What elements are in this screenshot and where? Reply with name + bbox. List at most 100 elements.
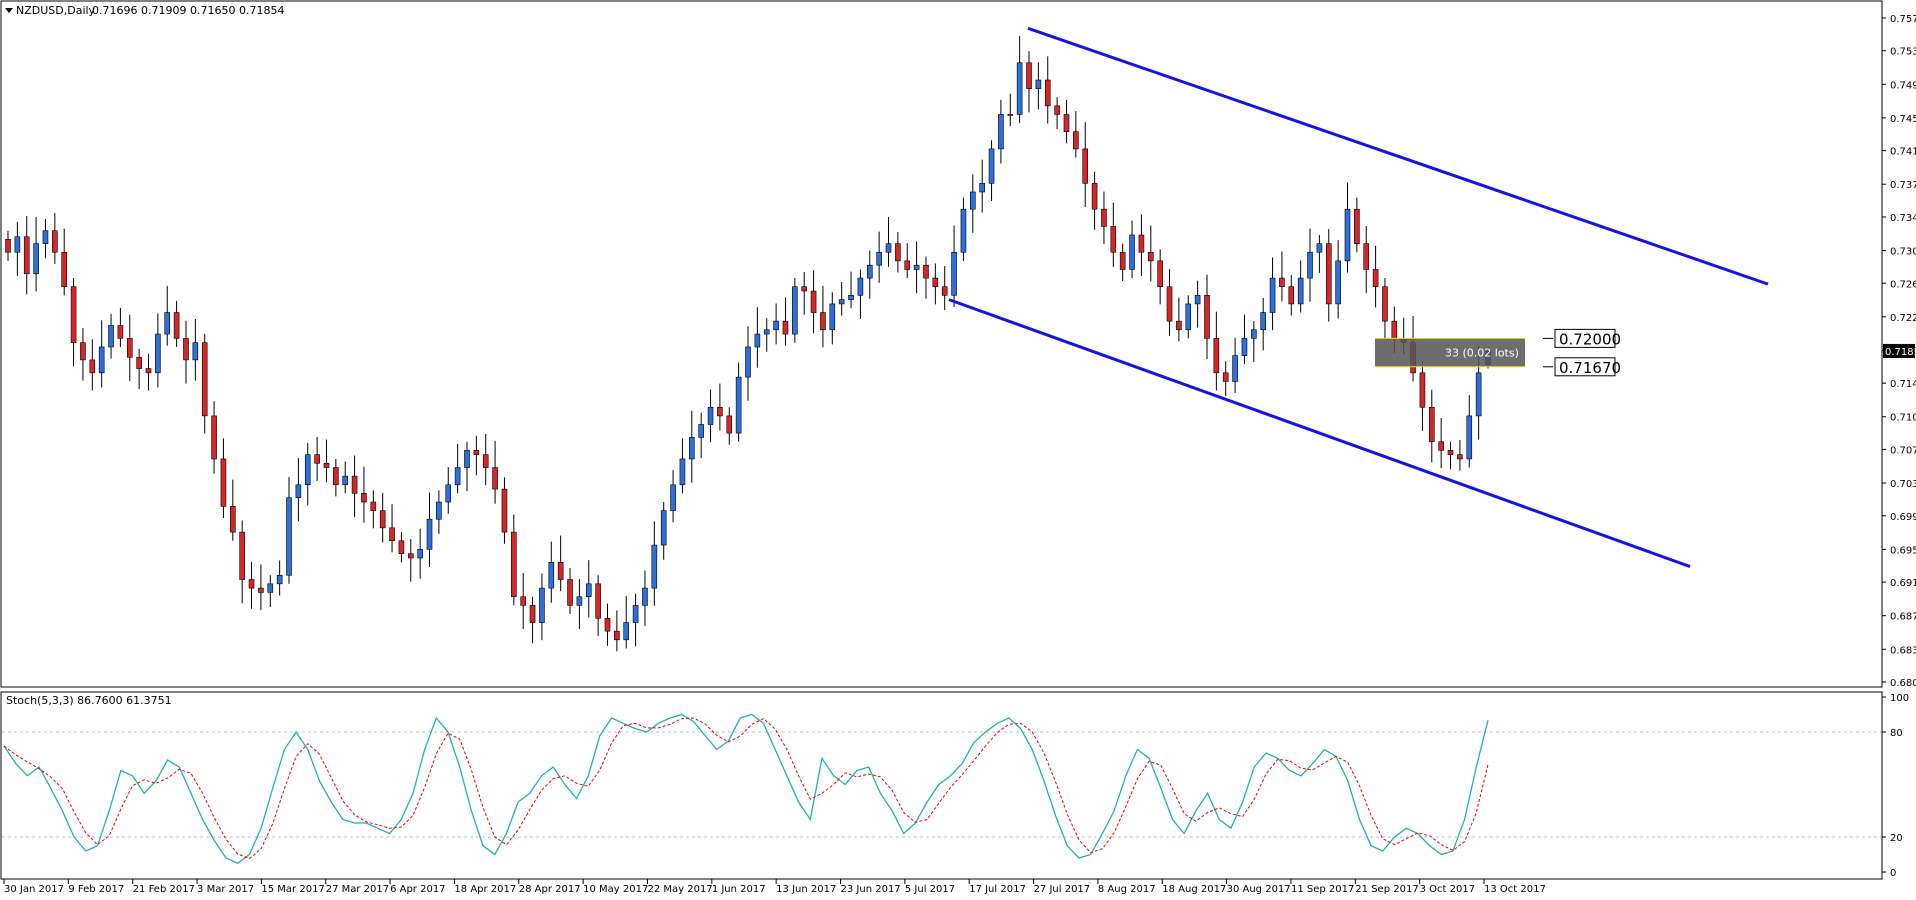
bear-candle — [1063, 114, 1070, 132]
price-tick-label: 0.74950 — [1890, 80, 1916, 91]
bear-candle — [314, 454, 320, 464]
time-tick-label: 13 Jun 2017 — [776, 884, 836, 895]
stoch-label: Stoch(5,3,3) 86.7600 61.3751 — [6, 694, 172, 707]
stoch-tick-label: 20 — [1890, 833, 1903, 844]
symbol-label: NZDUSD,Daily — [16, 4, 96, 17]
bear-candle — [183, 338, 189, 361]
bull-candle — [1129, 234, 1135, 270]
price-tick-label: 0.75340 — [1890, 47, 1916, 58]
bear-candle — [1419, 372, 1426, 408]
bear-candle — [145, 368, 152, 374]
time-tick-label: 9 Feb 2017 — [68, 884, 124, 895]
bear-candle — [351, 475, 358, 494]
bull-candle — [155, 333, 161, 374]
bull-candle — [267, 583, 274, 593]
bear-candle — [1054, 105, 1060, 115]
bull-candle — [14, 236, 21, 253]
bull-candle — [417, 549, 423, 559]
bull-candle — [1297, 277, 1304, 305]
bull-candle — [304, 454, 311, 486]
bear-candle — [1213, 338, 1220, 374]
bull-candle — [98, 346, 105, 374]
bull-candle — [1007, 114, 1014, 116]
bull-candle — [1232, 355, 1238, 382]
bear-candle — [230, 506, 236, 533]
bull-candle — [885, 243, 892, 253]
bear-candle — [810, 290, 817, 313]
bear-candle — [80, 342, 86, 361]
bull-candle — [1035, 79, 1042, 89]
bull-candle — [464, 450, 470, 468]
time-tick-label: 6 Apr 2017 — [390, 884, 445, 895]
current-price-tag: 0.71854 — [1883, 343, 1916, 358]
bear-candle — [407, 553, 414, 559]
price-tick-label: 0.71480 — [1890, 379, 1916, 390]
price-tick-label: 0.70710 — [1890, 445, 1916, 456]
bull-candle — [848, 295, 854, 300]
time-tick-label: 18 Apr 2017 — [454, 884, 516, 895]
bear-candle — [220, 458, 227, 507]
bear-candle — [248, 579, 255, 589]
price-tick-label: 0.74180 — [1890, 147, 1916, 158]
bull-candle — [1475, 372, 1482, 417]
bull-candle — [1185, 303, 1192, 331]
price-tick-label: 0.69170 — [1890, 578, 1916, 589]
bull-candle — [651, 544, 658, 589]
chart-root: NZDUSD,Daily 0.71696 0.71909 0.71650 0.7… — [0, 0, 1916, 896]
bear-candle — [726, 415, 733, 434]
bull-candle — [585, 583, 592, 598]
bull-candle — [866, 264, 873, 279]
bull-candle — [576, 596, 583, 606]
bear-candle — [820, 312, 826, 331]
bull-candle — [1016, 62, 1023, 115]
bull-candle — [998, 114, 1004, 150]
bear-candle — [1363, 243, 1370, 270]
bear-candle — [1222, 372, 1229, 382]
bear-candle — [361, 493, 367, 503]
price-tick-label: 0.74560 — [1890, 114, 1916, 125]
bull-candle — [988, 148, 995, 184]
price-tick-label: 0.73410 — [1890, 213, 1916, 224]
current-price-label: 0.71854 — [1885, 347, 1916, 358]
bull-candle — [445, 484, 452, 503]
bear-candle — [1279, 277, 1285, 288]
bull-candle — [632, 605, 639, 623]
bull-candle — [660, 510, 667, 546]
bear-candle — [1354, 208, 1360, 244]
bull-candle — [970, 191, 976, 210]
bull-candle — [857, 277, 864, 296]
time-tick-label: 11 Sep 2017 — [1291, 884, 1354, 895]
bear-candle — [1428, 406, 1435, 443]
price-tick-label: 0.72640 — [1890, 279, 1916, 290]
bear-candle — [717, 406, 723, 417]
stoch-tick-label: 100 — [1890, 693, 1909, 704]
bear-candle — [923, 264, 929, 279]
bear-candle — [1091, 183, 1098, 210]
bear-candle — [511, 531, 517, 598]
bear-candle — [239, 531, 245, 580]
stoch-tick-label: 0 — [1890, 868, 1896, 879]
bear-candle — [52, 230, 58, 253]
bear-candle — [379, 510, 386, 529]
bull-candle — [688, 437, 695, 460]
price-tick-label: 0.68390 — [1890, 645, 1916, 656]
bear-candle — [1101, 208, 1107, 227]
ohlc-label: 0.71696 0.71909 0.71650 0.71854 — [92, 4, 284, 17]
bear-candle — [557, 561, 564, 580]
bull-candle — [1194, 295, 1201, 305]
time-tick-label: 3 Oct 2017 — [1420, 884, 1475, 895]
bull-candle — [773, 320, 779, 331]
bear-candle — [389, 527, 395, 542]
bear-candle — [904, 260, 911, 270]
bear-candle — [604, 617, 611, 632]
bull-candle — [1344, 208, 1351, 262]
bear-candle — [211, 415, 217, 460]
bear-candle — [1457, 454, 1463, 460]
bull-candle — [745, 346, 751, 378]
bear-candle — [932, 277, 939, 288]
order-upper-price: 0.72000 — [1559, 330, 1621, 348]
bull-candle — [707, 406, 714, 425]
bull-candle — [698, 424, 704, 438]
time-tick-label: 27 Mar 2017 — [326, 884, 389, 895]
time-tick-label: 27 Jul 2017 — [1034, 884, 1091, 895]
